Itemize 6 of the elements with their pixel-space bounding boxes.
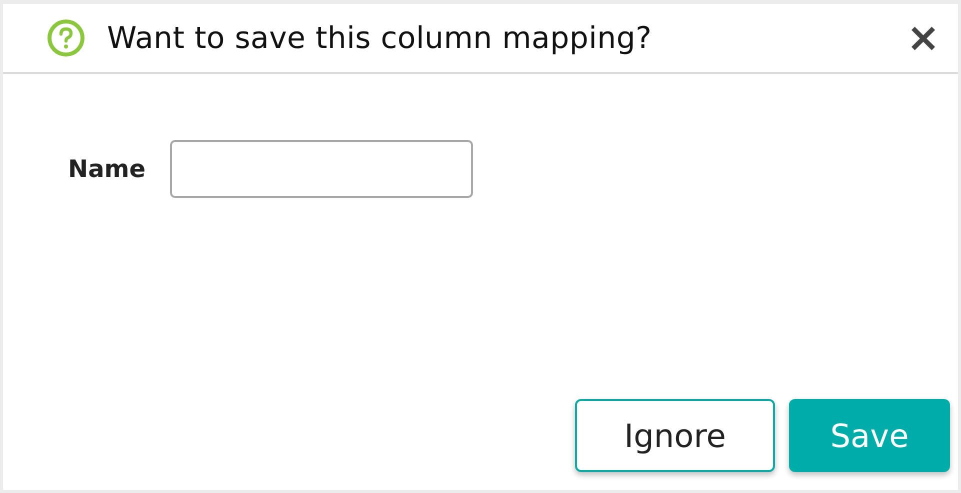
name-input-field[interactable] <box>170 140 473 198</box>
dialog-title: Want to save this column mapping? <box>107 20 653 56</box>
name-label: Name <box>68 155 146 183</box>
question-icon <box>47 19 85 57</box>
ignore-button[interactable]: Ignore <box>575 399 775 472</box>
close-button[interactable]: × <box>902 18 944 58</box>
